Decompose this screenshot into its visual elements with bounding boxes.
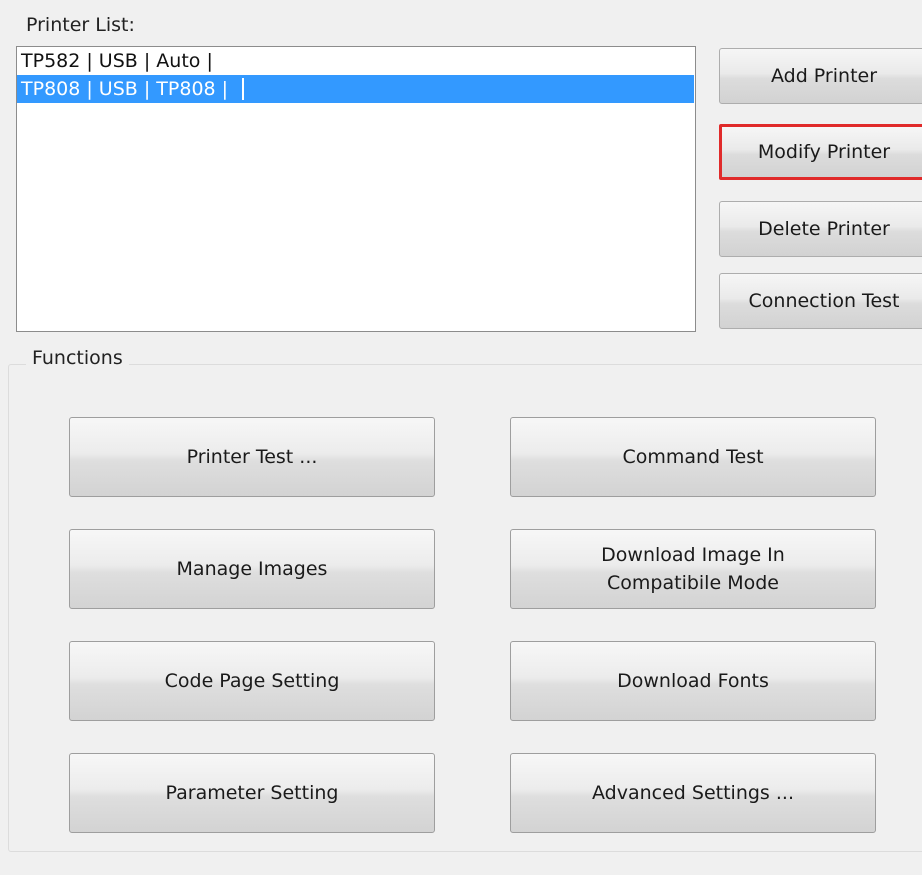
connection-test-button[interactable]: Connection Test	[719, 273, 922, 329]
functions-group-label: Functions	[26, 347, 129, 369]
printer-list-item-text: TP808 | USB | TP808 |	[21, 78, 245, 100]
download-fonts-button[interactable]: Download Fonts	[510, 641, 876, 721]
manage-images-button[interactable]: Manage Images	[69, 529, 435, 609]
printer-list-label: Printer List:	[26, 14, 135, 36]
download-image-compatible-mode-button[interactable]: Download Image In Compatibile Mode	[510, 529, 876, 609]
delete-printer-button[interactable]: Delete Printer	[719, 201, 922, 257]
command-test-button[interactable]: Command Test	[510, 417, 876, 497]
code-page-setting-button[interactable]: Code Page Setting	[69, 641, 435, 721]
printer-list-item-text: TP582 | USB | Auto |	[21, 50, 213, 72]
modify-printer-button[interactable]: Modify Printer	[719, 124, 922, 180]
printer-list-item[interactable]: TP582 | USB | Auto |	[17, 47, 695, 75]
parameter-setting-button[interactable]: Parameter Setting	[69, 753, 435, 833]
printer-manager-panel: Printer List: TP582 | USB | Auto | TP808…	[0, 0, 922, 875]
advanced-settings-button[interactable]: Advanced Settings ...	[510, 753, 876, 833]
printer-list-item-selected[interactable]: TP808 | USB | TP808 |	[17, 75, 694, 103]
printer-test-button[interactable]: Printer Test ...	[69, 417, 435, 497]
printer-listbox[interactable]: TP582 | USB | Auto | TP808 | USB | TP808…	[16, 46, 696, 332]
add-printer-button[interactable]: Add Printer	[719, 48, 922, 104]
